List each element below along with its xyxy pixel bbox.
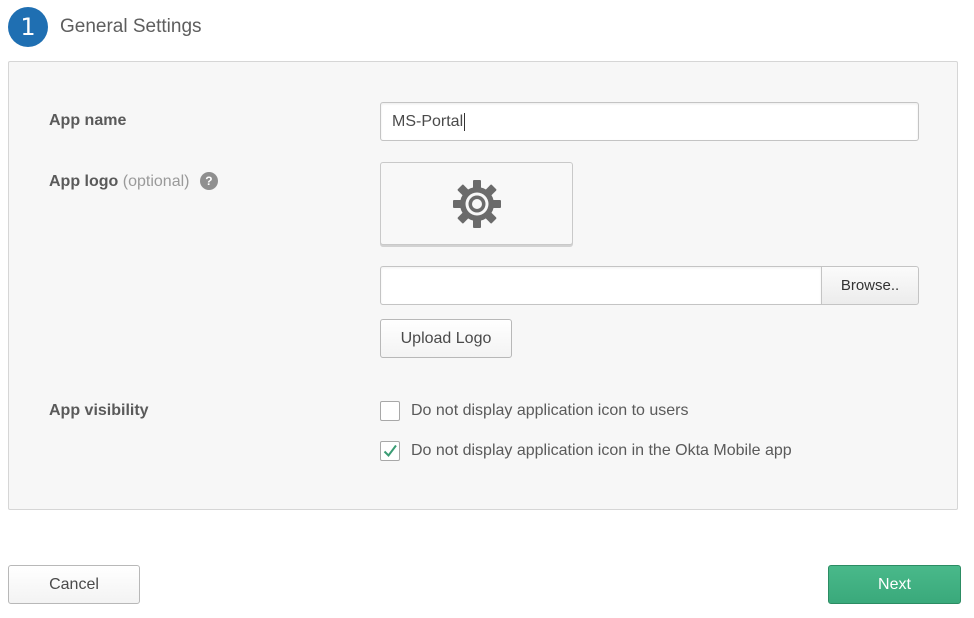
hide-icon-mobile-option[interactable]: Do not display application icon in the O… (380, 440, 792, 462)
gear-icon (452, 179, 501, 228)
step-title: General Settings (60, 16, 202, 37)
upload-logo-button[interactable]: Upload Logo (380, 319, 512, 358)
check-icon (383, 444, 397, 458)
app-visibility-label: App visibility (49, 402, 149, 420)
logo-file-picker: Browse.. (380, 266, 919, 305)
hide-icon-mobile-checkbox[interactable] (380, 441, 400, 461)
logo-file-path-field[interactable] (380, 266, 821, 305)
step-header: 1 General Settings (8, 7, 202, 47)
text-caret (464, 112, 466, 131)
app-name-label: App name (49, 112, 126, 130)
hide-icon-users-checkbox[interactable] (380, 401, 400, 421)
hide-icon-users-label[interactable]: Do not display application icon to users (411, 402, 689, 420)
app-name-input[interactable]: MS-Portal (380, 102, 919, 141)
step-number-badge: 1 (8, 7, 48, 47)
app-name-value: MS-Portal (392, 112, 464, 130)
app-name-label-text: App name (49, 112, 127, 129)
next-button[interactable]: Next (828, 565, 961, 604)
help-icon[interactable]: ? (199, 172, 218, 190)
optional-tag: (optional) (122, 173, 190, 190)
app-logo-label: App logo (optional) ? (49, 172, 218, 191)
browse-button[interactable]: Browse.. (821, 266, 919, 305)
general-settings-panel: App name MS-Portal App logo (optional) ? (8, 61, 958, 510)
cancel-button[interactable]: Cancel (8, 565, 140, 604)
app-visibility-label-text: App visibility (49, 402, 149, 419)
hide-icon-users-option[interactable]: Do not display application icon to users (380, 400, 689, 422)
app-logo-label-text: App logo (49, 173, 119, 190)
app-logo-preview (380, 162, 573, 245)
hide-icon-mobile-label[interactable]: Do not display application icon in the O… (411, 442, 792, 460)
